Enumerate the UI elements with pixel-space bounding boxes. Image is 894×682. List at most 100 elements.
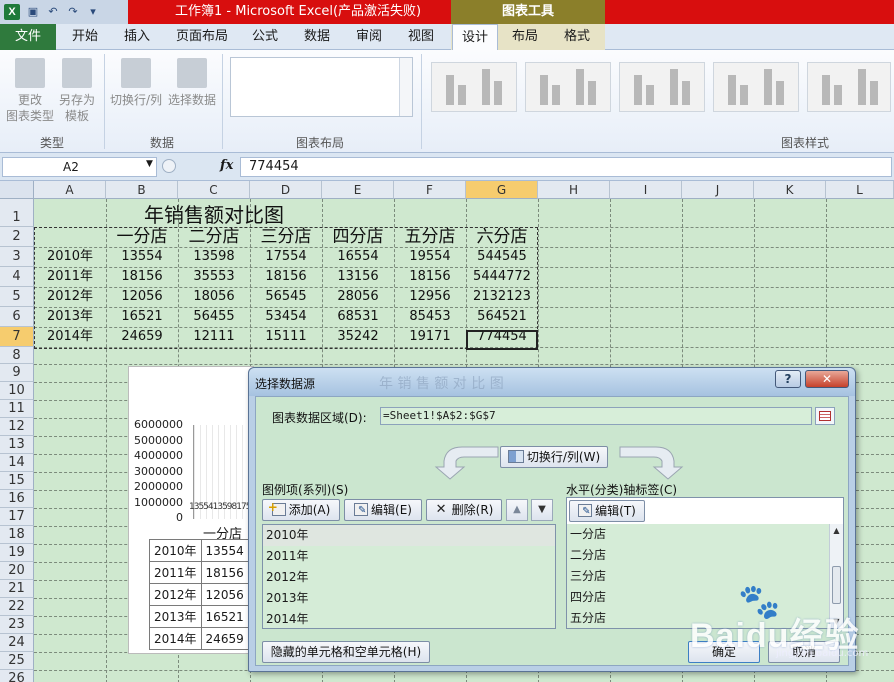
select-data-button[interactable]: 选择数据 [166, 58, 218, 108]
row-header[interactable]: 11 [0, 400, 34, 418]
row-header[interactable]: 26 [0, 670, 34, 682]
save-icon[interactable]: ▣ [26, 5, 40, 19]
move-down-button[interactable]: ▼ [531, 499, 553, 521]
column-header-e[interactable]: E [322, 181, 394, 199]
category-list[interactable]: ▲ ▼ 一分店 二分店 三分店 四分店 五分店 [567, 524, 843, 628]
column-header-h[interactable]: H [538, 181, 610, 199]
customize-qat-icon[interactable]: ▾ [86, 5, 100, 19]
category-scrollbar[interactable]: ▲ ▼ [829, 524, 843, 628]
formula-input[interactable]: 774454 [240, 157, 892, 177]
category-list-item[interactable]: 三分店 [567, 566, 829, 587]
series-list-item[interactable]: 2013年 [263, 588, 555, 609]
category-list-item[interactable]: 四分店 [567, 587, 829, 608]
axis-labels-list[interactable]: 编辑(T) ▲ ▼ 一分店二分店三分店四分店五分店 [566, 497, 844, 629]
series-list-item[interactable]: 2010年 [263, 525, 555, 546]
scroll-up-icon[interactable]: ▲ [830, 526, 843, 535]
scroll-down-icon[interactable]: ▼ [830, 617, 843, 626]
column-header-b[interactable]: B [106, 181, 178, 199]
series-list-item[interactable]: 2012年 [263, 567, 555, 588]
edit-series-button[interactable]: 编辑(E) [344, 499, 422, 521]
row-header[interactable]: 13 [0, 436, 34, 454]
ok-button[interactable]: 确定 [688, 641, 760, 663]
move-up-button[interactable]: ▲ [506, 499, 528, 521]
column-header-g[interactable]: G [466, 181, 538, 199]
save-as-template-button[interactable]: 另存为 模板 [54, 58, 100, 124]
row-header[interactable]: 7 [0, 327, 34, 347]
tab-layout[interactable]: 布局 [502, 24, 548, 50]
tab-design[interactable]: 设计 [452, 24, 498, 51]
row-header[interactable]: 15 [0, 472, 34, 490]
row-header[interactable]: 22 [0, 598, 34, 616]
column-header-f[interactable]: F [394, 181, 466, 199]
tab-review[interactable]: 审阅 [344, 24, 394, 50]
column-header-k[interactable]: K [754, 181, 826, 199]
series-list-item[interactable]: 2011年 [263, 546, 555, 567]
row-header[interactable]: 9 [0, 364, 34, 382]
name-box[interactable]: A2 [2, 157, 157, 177]
row-header[interactable]: 20 [0, 562, 34, 580]
chart-style-thumb[interactable] [431, 62, 517, 112]
row-header[interactable]: 24 [0, 634, 34, 652]
chart-style-thumb[interactable] [525, 62, 611, 112]
chart-range-input[interactable]: =Sheet1!$A$2:$G$7 [380, 407, 812, 425]
row-header[interactable]: 14 [0, 454, 34, 472]
row-header[interactable]: 2 [0, 227, 34, 247]
tab-insert[interactable]: 插入 [112, 24, 162, 50]
chart-style-thumb[interactable] [807, 62, 891, 112]
row-header[interactable]: 19 [0, 544, 34, 562]
add-series-button[interactable]: 添加(A) [262, 497, 340, 521]
series-list-item[interactable]: 2014年 [263, 609, 555, 630]
row-header[interactable]: 5 [0, 287, 34, 307]
edit-axis-labels-button[interactable]: 编辑(T) [569, 500, 645, 522]
close-button[interactable]: ✕ [805, 370, 849, 388]
tab-format[interactable]: 格式 [554, 24, 600, 50]
row-header[interactable]: 18 [0, 526, 34, 544]
row-header[interactable]: 4 [0, 267, 34, 287]
row-header[interactable]: 16 [0, 490, 34, 508]
row-header[interactable]: 1 [0, 199, 34, 227]
row-header[interactable]: 10 [0, 382, 34, 400]
row-header[interactable]: 25 [0, 652, 34, 670]
switch-row-col-button[interactable]: 切换行/列 [108, 58, 164, 108]
collapse-dialog-button[interactable] [815, 407, 835, 425]
category-list-item[interactable]: 五分店 [567, 608, 829, 629]
column-header-a[interactable]: A [34, 181, 106, 199]
undo-icon[interactable]: ↶ [46, 5, 60, 19]
chart-style-thumb[interactable] [713, 62, 799, 112]
row-header[interactable]: 23 [0, 616, 34, 634]
column-header-l[interactable]: L [826, 181, 894, 199]
tab-view[interactable]: 视图 [396, 24, 446, 50]
row-header[interactable]: 8 [0, 347, 34, 364]
row-header[interactable]: 12 [0, 418, 34, 436]
series-list[interactable]: 2010年 2011年 2012年 2013年 2014年 [262, 524, 556, 629]
change-chart-type-button[interactable]: 更改 图表类型 [4, 58, 56, 124]
cancel-button[interactable]: 取消 [768, 641, 840, 663]
chart-style-thumb[interactable] [619, 62, 705, 112]
column-header-c[interactable]: C [178, 181, 250, 199]
column-header-i[interactable]: I [610, 181, 682, 199]
category-list-item[interactable]: 二分店 [567, 545, 829, 566]
column-header-j[interactable]: J [682, 181, 754, 199]
name-box-dropdown-icon[interactable]: ▼ [146, 159, 153, 169]
row-header[interactable]: 21 [0, 580, 34, 598]
chart-area[interactable]: 6000000 5000000 4000000 3000000 2000000 10000… [128, 366, 285, 654]
tab-formulas[interactable]: 公式 [240, 24, 290, 50]
tab-data[interactable]: 数据 [292, 24, 342, 50]
switch-row-col-dialog-button[interactable]: 切换行/列(W) [500, 446, 608, 468]
redo-icon[interactable]: ↷ [66, 5, 80, 19]
category-list-item[interactable]: 一分店 [567, 524, 829, 545]
remove-series-button[interactable]: 删除(R) [426, 499, 502, 521]
hidden-empty-cells-button[interactable]: 隐藏的单元格和空单元格(H) [262, 641, 430, 663]
tab-page-layout[interactable]: 页面布局 [170, 24, 234, 50]
gallery-scrollbar[interactable] [399, 58, 412, 116]
tab-home[interactable]: 开始 [60, 24, 110, 50]
row-header[interactable]: 6 [0, 307, 34, 327]
insert-function-icon[interactable]: fx [220, 158, 233, 173]
column-header-d[interactable]: D [250, 181, 322, 199]
help-button[interactable]: ? [775, 370, 801, 388]
row-header[interactable]: 3 [0, 247, 34, 267]
tab-file[interactable]: 文件 [0, 24, 56, 50]
scroll-thumb[interactable] [832, 566, 841, 604]
select-all-corner[interactable] [0, 181, 34, 199]
dialog-title-bar[interactable]: 选择数据源 年 销 售 额 对 比 图 ? ✕ [249, 368, 855, 396]
